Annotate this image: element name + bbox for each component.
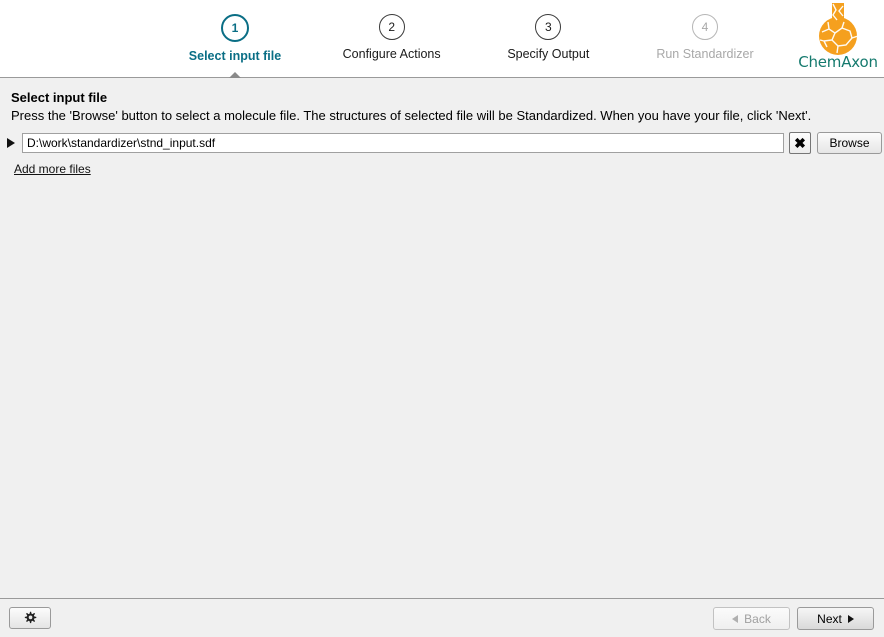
wizard-step-3[interactable]: 3 Specify Output [473, 14, 623, 61]
step-1-number: 1 [221, 14, 249, 42]
triangle-left-icon [732, 614, 739, 623]
navigation-buttons: Back Next [713, 607, 874, 630]
wizard-step-1[interactable]: 1 Select input file [160, 14, 310, 83]
back-button: Back [713, 607, 790, 630]
step-3-label: Specify Output [507, 47, 590, 61]
triangle-right-icon [7, 138, 15, 148]
wizard-step-2[interactable]: 2 Configure Actions [317, 14, 467, 61]
next-button[interactable]: Next [797, 607, 874, 630]
step-4-number: 4 [691, 14, 718, 40]
wizard-steps: 1 Select input file 2 Configure Actions … [160, 0, 780, 83]
wizard-step-4: 4 Run Standardizer [630, 14, 780, 61]
file-selection-row: ✖ Browse [0, 132, 884, 154]
page-description: Press the 'Browse' button to select a mo… [11, 108, 812, 123]
step-2-number: 2 [378, 14, 405, 40]
step-3-number: 3 [535, 14, 562, 40]
settings-button[interactable] [9, 607, 51, 629]
chemaxon-logo: ChemAxon [794, 2, 882, 76]
step-2-label: Configure Actions [342, 47, 441, 61]
page-title: Select input file [11, 90, 108, 105]
gear-icon [24, 611, 37, 624]
add-more-files-link[interactable]: Add more files [14, 162, 91, 176]
clear-file-button[interactable]: ✖ [789, 132, 811, 154]
back-button-label: Back [744, 611, 771, 626]
wizard-header: 1 Select input file 2 Configure Actions … [0, 0, 884, 83]
chemaxon-wordmark: ChemAxon [798, 53, 878, 71]
triangle-right-icon [847, 614, 854, 623]
browse-button[interactable]: Browse [817, 132, 882, 154]
main-content: Select input file Press the 'Browse' but… [0, 78, 884, 598]
file-path-input[interactable] [22, 133, 784, 153]
flask-icon [819, 3, 859, 55]
step-1-label: Select input file [188, 49, 282, 63]
footer-toolbar: Back Next [0, 598, 884, 637]
file-expander-toggle[interactable] [0, 138, 22, 148]
step-4-label: Run Standardizer [656, 47, 754, 61]
next-button-label: Next [817, 611, 842, 626]
